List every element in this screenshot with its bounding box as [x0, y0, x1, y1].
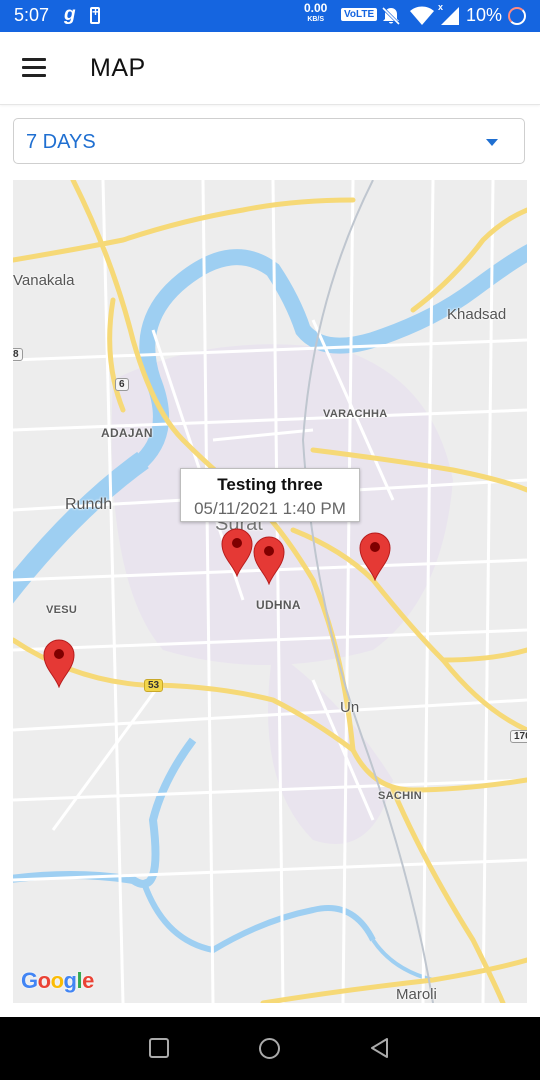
map-label-adajan: ADAJAN — [101, 426, 153, 440]
carrier-icon: g — [64, 4, 76, 25]
map-label-un: Un — [340, 699, 360, 716]
map-tiles — [13, 180, 527, 1003]
route-shield-8: 8 — [13, 348, 23, 361]
battery-saver-icon — [90, 5, 100, 24]
map-label-udhna: UDHNA — [256, 598, 301, 612]
route-shield-53: 53 — [144, 679, 164, 692]
map-label-rundh: Rundh — [65, 496, 113, 513]
marker-info-window[interactable]: Testing three 05/11/2021 1:40 PM — [180, 468, 360, 522]
loading-ring-icon — [508, 7, 526, 25]
map-label-vanakala: Vanakala — [13, 272, 75, 289]
system-nav-bar — [0, 1017, 540, 1080]
status-bar: 5:07 g 0.00 KB/S VoLTE x 10% — [0, 0, 540, 32]
map-label-khadsad: Khadsad — [447, 306, 507, 323]
info-window-title: Testing three — [217, 475, 323, 494]
signal-icon — [441, 7, 459, 25]
battery-percent: 10% — [466, 5, 503, 25]
map-marker-pin-icon[interactable] — [220, 527, 254, 577]
map-marker-pin-icon[interactable] — [42, 638, 76, 688]
map-marker-pin-icon[interactable] — [252, 535, 286, 585]
app-bar: MAP — [0, 32, 540, 105]
wifi-icon — [410, 6, 434, 25]
map-label-varachha: VARACHHA — [323, 408, 388, 420]
volte-badge: VoLTE — [341, 8, 378, 21]
map-marker-pin-icon[interactable] — [358, 531, 392, 581]
date-range-value: 7 DAYS — [26, 131, 96, 153]
route-shield-170: 170 — [510, 730, 527, 743]
status-time: 5:07 — [14, 5, 50, 25]
page-title: MAP — [90, 54, 146, 82]
map-label-vesu: VESU — [46, 604, 78, 616]
mute-icon — [381, 6, 401, 26]
map-label-maroli: Maroli — [396, 986, 437, 1003]
recents-button[interactable] — [148, 1037, 170, 1059]
google-logo: Google — [21, 968, 94, 993]
dropdown-arrow-icon — [486, 139, 498, 146]
date-range-select[interactable]: 7 DAYS — [13, 118, 525, 164]
map-label-sachin: SACHIN — [378, 790, 422, 802]
map-view[interactable]: Vanakala Khadsad ADAJAN VARACHHA Rundh S… — [13, 180, 527, 1003]
back-button[interactable] — [369, 1037, 391, 1059]
route-shield-6: 6 — [115, 378, 129, 391]
hamburger-menu-icon[interactable] — [22, 58, 48, 78]
network-speed: 0.00 KB/S — [304, 1, 328, 23]
info-window-timestamp: 05/11/2021 1:40 PM — [194, 499, 346, 518]
home-button[interactable] — [258, 1037, 281, 1060]
